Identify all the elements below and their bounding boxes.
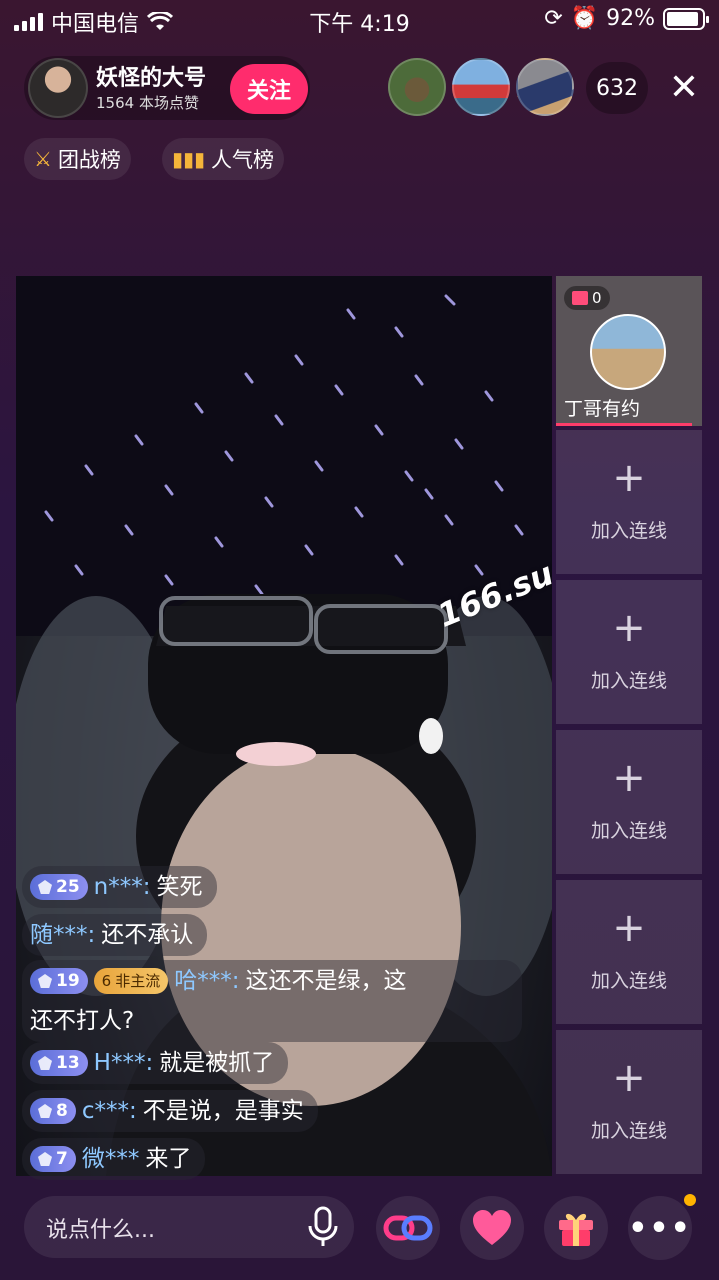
rank-label: 团战榜 xyxy=(57,148,121,172)
fan-tag: 6 非主流 xyxy=(93,968,169,994)
gift-icon xyxy=(572,291,588,305)
rank-label: 人气榜 xyxy=(211,148,275,172)
level-badge: 25 xyxy=(30,874,88,900)
diamond-icon xyxy=(38,1152,52,1166)
diamond-icon xyxy=(38,1104,52,1118)
alarm-icon: ⏰ xyxy=(570,6,599,31)
comment-input[interactable]: 说点什么... xyxy=(24,1196,354,1258)
popularity-icon: ▮▮▮ xyxy=(172,147,206,171)
level-badge: 8 xyxy=(30,1098,76,1124)
rank-popularity[interactable]: ▮▮▮ 人气榜 xyxy=(162,138,285,180)
status-bar: 中国电信 下午 4:19 ⟳ ⏰ 92% xyxy=(0,0,719,40)
battery-icon xyxy=(663,7,709,30)
heart-icon xyxy=(473,1210,511,1245)
join-slot[interactable]: + 加入连线 xyxy=(556,880,702,1024)
plus-icon: + xyxy=(612,755,646,801)
diamond-icon xyxy=(38,974,52,988)
host-likes: 1564 本场点赞 xyxy=(96,94,199,112)
cohost-progress xyxy=(556,423,692,426)
chat-message[interactable]: 19 6 非主流 哈***: 这还不是绿，这 还不打人? xyxy=(22,960,522,1042)
more-button[interactable]: ••• xyxy=(628,1196,692,1260)
join-slot[interactable]: + 加入连线 xyxy=(556,730,702,874)
close-icon[interactable]: ✕ xyxy=(664,68,704,108)
chat-message[interactable]: 8 c***: 不是说，是事实 xyxy=(22,1090,318,1132)
rotation-lock-icon: ⟳ xyxy=(544,6,563,31)
chat-username[interactable]: n***: xyxy=(94,870,151,904)
gift-button[interactable] xyxy=(544,1196,608,1260)
team-battle-icon: ⚔ xyxy=(34,147,52,171)
battery-percent: 92% xyxy=(606,6,655,31)
plus-icon: + xyxy=(612,455,646,501)
chat-text: 来了 xyxy=(145,1146,192,1172)
diamond-icon xyxy=(38,1056,52,1070)
cohost-card[interactable]: 0 丁哥有约 xyxy=(556,276,702,426)
plus-icon: + xyxy=(612,1055,646,1101)
chat-text: 还不承认 xyxy=(101,922,194,948)
notification-dot xyxy=(684,1194,696,1206)
plus-icon: + xyxy=(612,905,646,951)
join-slot[interactable]: + 加入连线 xyxy=(556,1030,702,1174)
viewer-avatar[interactable] xyxy=(516,58,574,116)
chat-text: 就是被抓了 xyxy=(159,1050,275,1076)
level-badge: 19 xyxy=(30,968,88,994)
level-badge: 13 xyxy=(30,1050,88,1076)
comment-placeholder: 说点什么... xyxy=(46,1218,155,1243)
like-button[interactable] xyxy=(460,1196,524,1260)
chat-username[interactable]: c***: xyxy=(82,1094,137,1128)
diamond-icon xyxy=(38,880,52,894)
chat-text: 不是说，是事实 xyxy=(142,1098,304,1124)
chat-username[interactable]: 微*** xyxy=(82,1142,140,1176)
gift-box-icon xyxy=(559,1213,593,1246)
chat-message[interactable]: 随***: 还不承认 xyxy=(22,914,208,956)
chat-text-continued: 还不打人? xyxy=(30,1008,135,1034)
rank-team-battle[interactable]: ⚔ 团战榜 xyxy=(24,138,131,180)
chat-text: 笑死 xyxy=(156,874,203,900)
link-icon xyxy=(383,1215,433,1241)
gift-count-badge: 0 xyxy=(564,286,610,310)
cohost-name: 丁哥有约 xyxy=(564,398,641,420)
chat-message[interactable]: 25 n***: 笑死 xyxy=(22,866,217,908)
viewer-count[interactable]: 632 xyxy=(586,62,648,114)
chat-username[interactable]: H***: xyxy=(94,1046,154,1080)
viewer-avatar[interactable] xyxy=(388,58,446,116)
viewer-avatar[interactable] xyxy=(452,58,510,116)
host-avatar[interactable] xyxy=(28,58,88,118)
more-icon: ••• xyxy=(628,1210,692,1246)
level-badge: 7 xyxy=(30,1146,76,1172)
chat-username[interactable]: 哈***: xyxy=(174,964,239,998)
join-slot[interactable]: + 加入连线 xyxy=(556,580,702,724)
chat-text: 这还不是绿，这 xyxy=(245,968,407,994)
follow-button[interactable]: 关注 xyxy=(230,64,308,114)
chat-message[interactable]: 13 H***: 就是被抓了 xyxy=(22,1042,289,1084)
chat-username[interactable]: 随***: xyxy=(30,918,95,952)
link-button[interactable] xyxy=(376,1196,440,1260)
cohost-avatar[interactable] xyxy=(590,314,666,390)
join-slot[interactable]: + 加入连线 xyxy=(556,430,702,574)
microphone-icon[interactable] xyxy=(306,1206,340,1248)
host-name: 妖怪的大号 xyxy=(96,66,207,91)
plus-icon: + xyxy=(612,605,646,651)
chat-message[interactable]: 7 微*** 来了 xyxy=(22,1138,206,1180)
